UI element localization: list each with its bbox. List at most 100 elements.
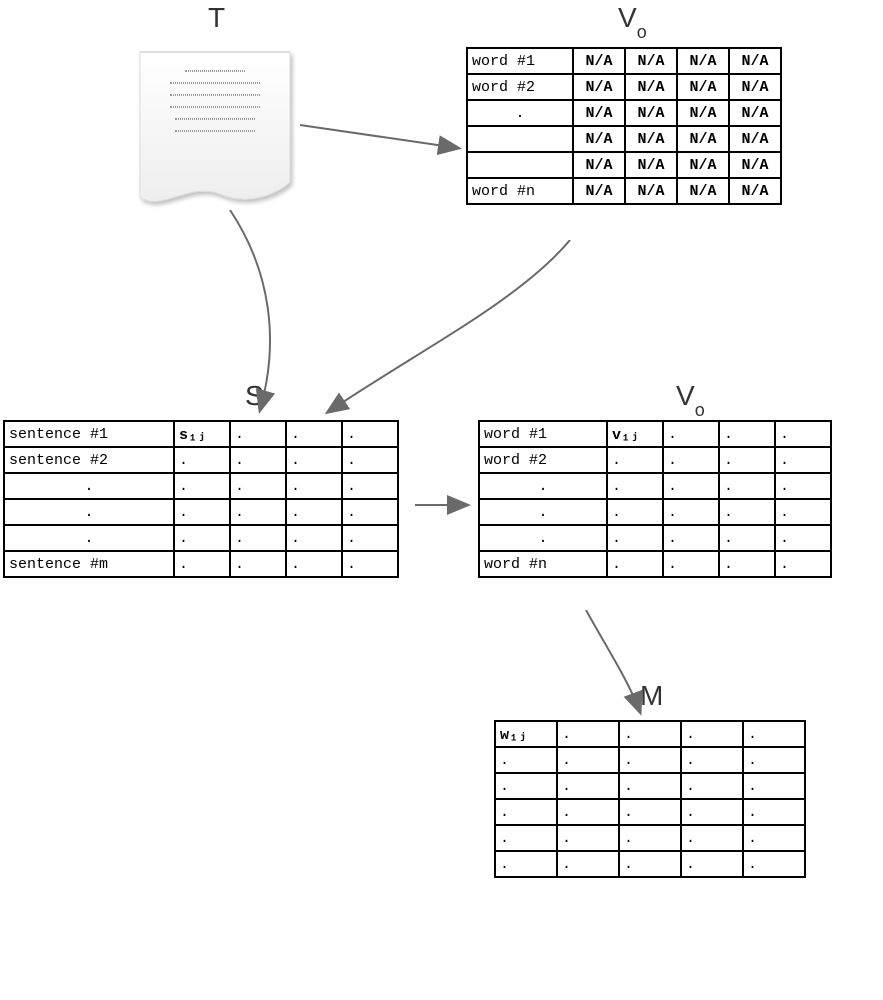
s-cell: . xyxy=(286,447,342,473)
vo-top-cell: N/A xyxy=(625,178,677,204)
vo-bot-cell: . xyxy=(719,499,775,525)
m-cell: . xyxy=(619,825,681,851)
m-cell: . xyxy=(557,721,619,747)
s-cell: . xyxy=(174,551,230,577)
arrow-Votop-to-S xyxy=(320,240,580,420)
vo-bot-cell: . xyxy=(775,473,831,499)
m-cell: . xyxy=(557,799,619,825)
vo-top-cell: N/A xyxy=(677,126,729,152)
vo-top-cell: N/A xyxy=(573,48,625,74)
s-cell: . xyxy=(230,551,286,577)
vo-bot-row-label: word #n xyxy=(479,551,607,577)
m-cell: . xyxy=(495,825,557,851)
s-cell: . xyxy=(230,499,286,525)
s-row-label: sentence #2 xyxy=(4,447,174,473)
label-T: T xyxy=(208,2,225,34)
vo-bot-cell: . xyxy=(775,421,831,447)
vo-top-cell: N/A xyxy=(625,126,677,152)
vo-bot-row-label: word #2 xyxy=(479,447,607,473)
vo-top-cell: N/A xyxy=(625,74,677,100)
vo-top-cell: N/A xyxy=(729,74,781,100)
m-cell: . xyxy=(557,825,619,851)
m-cell: w₁ⱼ xyxy=(495,721,557,747)
vo-top-cell: N/A xyxy=(573,178,625,204)
s-row-label: . xyxy=(4,473,174,499)
vo-top-cell: N/A xyxy=(729,126,781,152)
m-cell: . xyxy=(495,747,557,773)
m-cell: . xyxy=(743,799,805,825)
m-cell: . xyxy=(743,721,805,747)
vo-bot-cell: . xyxy=(607,473,663,499)
s-cell: . xyxy=(342,421,398,447)
arrow-T-to-Vo-top xyxy=(300,120,470,170)
s-cell: . xyxy=(174,473,230,499)
s-cell: . xyxy=(230,421,286,447)
s-cell: . xyxy=(342,551,398,577)
vo-bottom-table: word #1v₁ⱼ...word #2...................w… xyxy=(478,420,832,578)
s-cell: . xyxy=(174,525,230,551)
m-cell: . xyxy=(743,747,805,773)
vo-top-cell: N/A xyxy=(729,178,781,204)
m-cell: . xyxy=(557,773,619,799)
m-cell: . xyxy=(743,825,805,851)
m-cell: . xyxy=(495,773,557,799)
vo-bot-row-label: word #1 xyxy=(479,421,607,447)
m-cell: . xyxy=(619,721,681,747)
s-cell: . xyxy=(286,551,342,577)
vo-top-row-label xyxy=(467,126,573,152)
m-cell: . xyxy=(681,799,743,825)
s-row-label: . xyxy=(4,499,174,525)
arrow-S-to-Vobot xyxy=(415,495,475,515)
vo-top-cell: N/A xyxy=(625,48,677,74)
vo-bot-cell: . xyxy=(775,499,831,525)
vo-top-cell: N/A xyxy=(677,100,729,126)
vo-top-cell: N/A xyxy=(677,178,729,204)
vo-top-cell: N/A xyxy=(573,152,625,178)
vo-top-table: word #1N/AN/AN/AN/Aword #2N/AN/AN/AN/A.N… xyxy=(466,47,782,205)
vo-bot-cell: . xyxy=(607,499,663,525)
vo-bot-cell: . xyxy=(607,551,663,577)
vo-bot-cell: . xyxy=(663,421,719,447)
m-cell: . xyxy=(743,851,805,877)
arrow-T-to-S xyxy=(200,210,320,415)
m-cell: . xyxy=(681,747,743,773)
vo-bot-cell: . xyxy=(663,499,719,525)
vo-top-cell: N/A xyxy=(729,152,781,178)
vo-top-cell: N/A xyxy=(573,100,625,126)
s-cell: . xyxy=(174,499,230,525)
vo-bot-cell: . xyxy=(607,525,663,551)
vo-bot-row-label: . xyxy=(479,473,607,499)
vo-bot-cell: . xyxy=(719,447,775,473)
vo-top-row-label xyxy=(467,152,573,178)
vo-bot-cell: . xyxy=(719,473,775,499)
vo-bot-cell: . xyxy=(775,551,831,577)
vo-top-cell: N/A xyxy=(625,100,677,126)
s-row-label: sentence #1 xyxy=(4,421,174,447)
s-cell: . xyxy=(174,447,230,473)
vo-bot-cell: . xyxy=(663,551,719,577)
s-cell: . xyxy=(230,525,286,551)
s-cell: . xyxy=(342,525,398,551)
s-cell: . xyxy=(342,499,398,525)
vo-top-cell: N/A xyxy=(677,152,729,178)
vo-bot-row-label: . xyxy=(479,499,607,525)
m-table: w₁ⱼ............................. xyxy=(494,720,806,878)
s-cell: . xyxy=(286,525,342,551)
document-icon xyxy=(130,42,300,222)
m-cell: . xyxy=(619,773,681,799)
s-row-label: sentence #m xyxy=(4,551,174,577)
m-cell: . xyxy=(681,721,743,747)
m-cell: . xyxy=(619,799,681,825)
vo-top-cell: N/A xyxy=(729,48,781,74)
vo-bot-cell: . xyxy=(775,447,831,473)
label-Vo-bot-sub: o xyxy=(695,400,705,420)
vo-top-row-label: . xyxy=(467,100,573,126)
vo-bot-cell: v₁ⱼ xyxy=(607,421,663,447)
s-cell: . xyxy=(286,499,342,525)
m-cell: . xyxy=(557,747,619,773)
vo-top-cell: N/A xyxy=(677,48,729,74)
s-cell: . xyxy=(230,473,286,499)
m-cell: . xyxy=(495,799,557,825)
label-Vo-top-main: V xyxy=(618,2,637,33)
m-cell: . xyxy=(619,851,681,877)
